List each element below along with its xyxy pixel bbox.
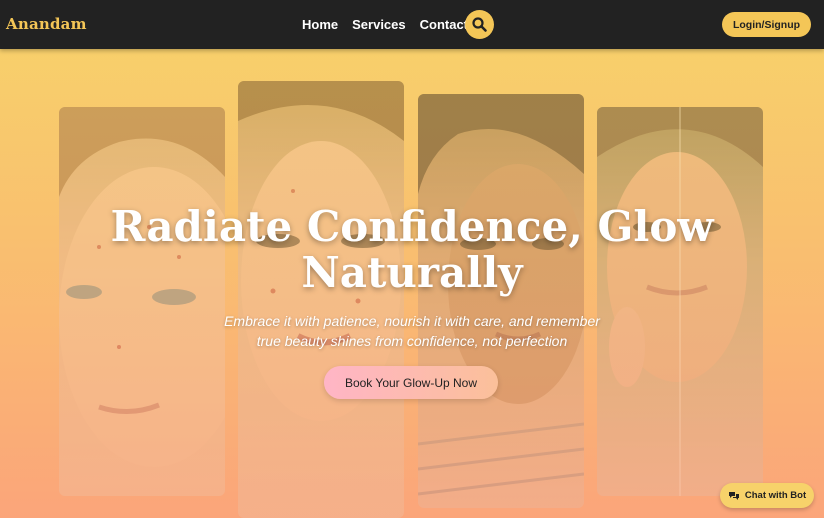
brand-logo[interactable]: Anandam bbox=[6, 15, 87, 33]
hero-image-4 bbox=[597, 107, 763, 496]
hero-subtitle-line1: Embrace it with patience, nourish it wit… bbox=[224, 313, 600, 329]
login-signup-button[interactable]: Login/Signup bbox=[722, 12, 811, 37]
chat-with-bot-button[interactable]: Chat with Bot bbox=[720, 483, 814, 508]
navbar: Anandam Home Services Contact Login/Sign… bbox=[0, 0, 824, 49]
hero-image-1 bbox=[59, 107, 225, 496]
hero-title-line2: Naturally bbox=[301, 248, 523, 297]
hero-title-line1: Radiate Confidence, Glow bbox=[110, 202, 714, 251]
chat-label: Chat with Bot bbox=[744, 490, 807, 501]
hero-subtitle: Embrace it with patience, nourish it wit… bbox=[200, 311, 624, 351]
nav-links: Home Services Contact bbox=[302, 17, 482, 32]
hero-subtitle-line2: true beauty shines from confidence, not … bbox=[256, 333, 568, 349]
search-button[interactable] bbox=[465, 10, 494, 39]
hero-image-3 bbox=[418, 94, 584, 508]
chat-icon bbox=[728, 491, 739, 500]
search-icon bbox=[472, 17, 487, 32]
nav-link-services[interactable]: Services bbox=[352, 17, 406, 32]
hero-title: Radiate Confidence, Glow Naturally bbox=[62, 204, 762, 296]
book-glow-up-button[interactable]: Book Your Glow-Up Now bbox=[324, 366, 498, 399]
nav-link-home[interactable]: Home bbox=[302, 17, 338, 32]
hero-image-2 bbox=[238, 81, 404, 518]
nav-link-contact[interactable]: Contact bbox=[420, 17, 468, 32]
